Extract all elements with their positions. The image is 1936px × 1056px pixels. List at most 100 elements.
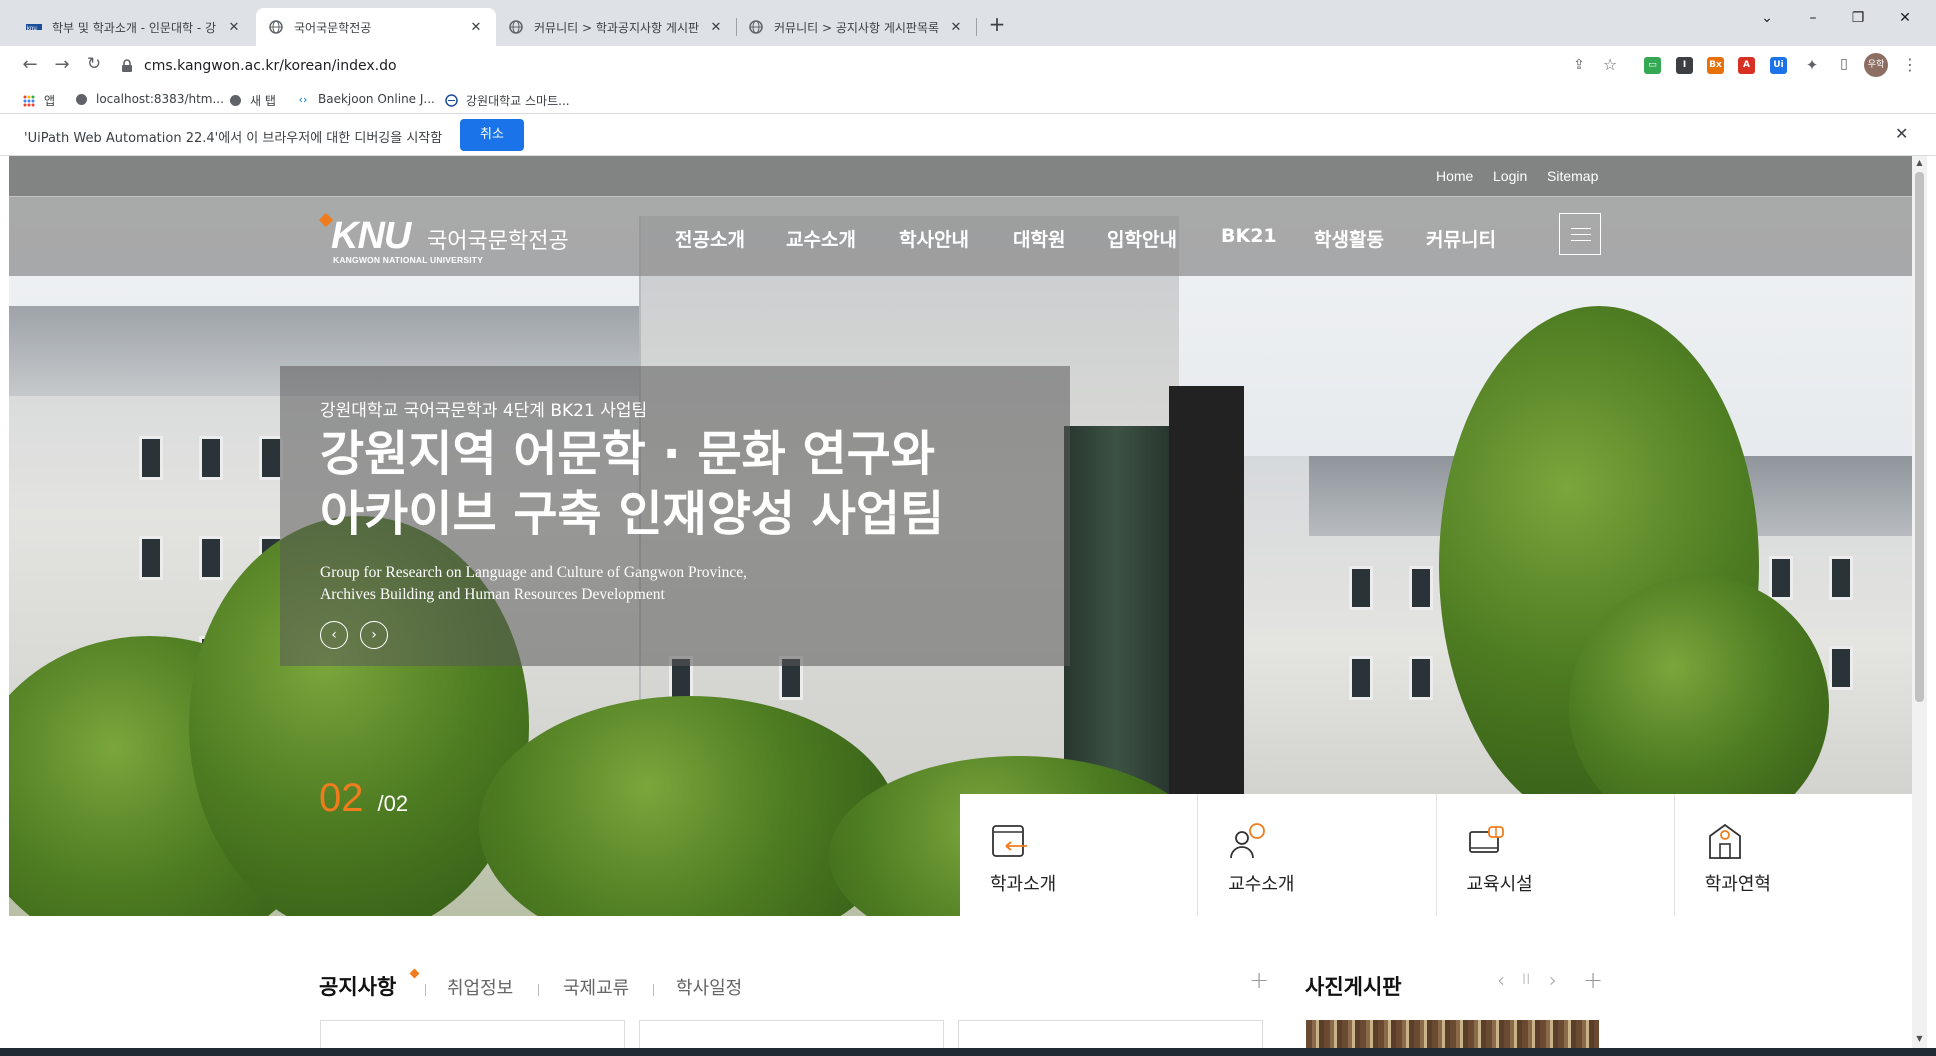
nav-menu-faculty[interactable]: 교수소개: [786, 225, 856, 252]
photo-prev-button[interactable]: ‹: [1497, 968, 1505, 992]
bookmark-apps[interactable]: 앱: [22, 92, 55, 109]
bookmark-label: 새 탭: [250, 94, 276, 108]
browser-tab[interactable]: 커뮤니티 > 공지사항 게시판목록 ✕: [736, 8, 976, 46]
tab-search-dropdown-icon[interactable]: ⌄: [1752, 10, 1782, 26]
browser-tab[interactable]: knu 학부 및 학과소개 - 인문대학 - 강 ✕: [14, 8, 254, 46]
extensions-puzzle-icon[interactable]: ✦: [1800, 56, 1824, 74]
tab-close-icon[interactable]: ✕: [226, 20, 242, 35]
bookmark-label: Baekjoon Online J...: [318, 92, 435, 106]
tab-title: 학부 및 학과소개 - 인문대학 - 강: [52, 20, 217, 35]
slide-counter-current: 02: [319, 776, 364, 820]
history-building-icon: [1708, 823, 1741, 859]
new-tab-button[interactable]: +: [985, 12, 1009, 36]
nav-menu-admission[interactable]: 입학안내: [1107, 225, 1177, 252]
quick-link-history[interactable]: 학과연혁: [1673, 794, 1912, 916]
photo-more-button[interactable]: +: [1583, 966, 1603, 994]
back-arrow-icon[interactable]: ←: [18, 54, 42, 75]
login-link[interactable]: Login: [1493, 168, 1527, 184]
share-icon[interactable]: ⇪: [1567, 57, 1591, 73]
uipath-extension-icon[interactable]: Ui: [1770, 57, 1787, 74]
sitemap-link[interactable]: Sitemap: [1547, 168, 1598, 184]
acrobat-icon[interactable]: A: [1738, 57, 1755, 74]
notice-card[interactable]: [320, 1020, 625, 1048]
forward-arrow-icon[interactable]: →: [50, 54, 74, 75]
tab-schedule[interactable]: 학사일정: [676, 974, 742, 1000]
facility-screen-icon: [1468, 826, 1504, 853]
tab-international[interactable]: 국제교류: [563, 974, 629, 1000]
slide-counter: 02/02: [319, 776, 408, 821]
infobar-close-icon[interactable]: ✕: [1895, 124, 1908, 143]
quick-link-facilities[interactable]: 교육시설: [1435, 794, 1674, 916]
photo-next-button[interactable]: ›: [1549, 968, 1557, 992]
bookmark-kangwon-smart[interactable]: 강원대학교 스마트...: [444, 92, 570, 109]
nav-menu-graduate[interactable]: 대학원: [1013, 225, 1065, 252]
tab-title: 커뮤니티 > 공지사항 게시판목록: [774, 20, 940, 35]
quick-link-professors[interactable]: 교수소개: [1197, 794, 1435, 916]
bookmark-label: 강원대학교 스마트...: [466, 94, 570, 108]
bookmark-star-icon[interactable]: ☆: [1598, 55, 1622, 74]
logo-university-name: KANGWON NATIONAL UNIVERSITY: [333, 255, 484, 265]
all-menu-hamburger-icon[interactable]: [1559, 213, 1601, 255]
bookmark-localhost[interactable]: localhost:8383/htm...: [74, 92, 224, 106]
slide-counter-total: /02: [377, 791, 409, 816]
hero-english-line1: Group for Research on Language and Cultu…: [320, 564, 747, 581]
slide-prev-button[interactable]: ‹: [320, 621, 348, 649]
hero-subtitle: 강원대학교 국어국문학과 4단계 BK21 사업팀: [320, 401, 648, 421]
nav-menu-bk21[interactable]: BK21: [1221, 225, 1277, 247]
nav-menu-student[interactable]: 학생활동: [1314, 225, 1384, 252]
home-link[interactable]: Home: [1436, 168, 1473, 184]
side-panel-icon[interactable]: ▯: [1832, 56, 1856, 72]
globe-icon: [74, 92, 88, 106]
logo-mark: KNU: [331, 215, 411, 257]
tab-close-icon[interactable]: ✕: [468, 20, 484, 35]
code-icon: ‹›: [298, 92, 308, 106]
extension-green-icon[interactable]: ▭: [1644, 57, 1661, 74]
tab-title: 국어국문학전공: [294, 20, 372, 35]
cancel-debugging-button[interactable]: 취소: [460, 119, 524, 151]
profile-avatar[interactable]: 우학: [1864, 53, 1888, 77]
svg-text:knu: knu: [27, 26, 37, 32]
browser-tab[interactable]: 커뮤니티 > 학과공지사항 게시판 ✕: [496, 8, 736, 46]
site-logo[interactable]: KNU 국어국문학전공 KANGWON NATIONAL UNIVERSITY: [318, 205, 599, 265]
bookmark-baekjoon[interactable]: ‹› Baekjoon Online J...: [296, 92, 435, 106]
department-book-icon: [992, 825, 1027, 857]
scroll-down-arrow-icon[interactable]: ▼: [1912, 1034, 1927, 1043]
os-taskbar: [0, 1048, 1936, 1056]
hero-english-line2: Archives Building and Human Resources De…: [320, 586, 665, 603]
minimize-button[interactable]: –: [1798, 10, 1828, 26]
nav-menu-major[interactable]: 전공소개: [675, 225, 745, 252]
tab-close-icon[interactable]: ✕: [708, 20, 724, 35]
quick-link-department[interactable]: 학과소개: [960, 794, 1197, 916]
nav-menu-academics[interactable]: 학사안내: [899, 225, 969, 252]
reload-icon[interactable]: ↻: [82, 54, 106, 74]
browser-tab-strip: knu 학부 및 학과소개 - 인문대학 - 강 ✕ 국어국문학전공 ✕ 커뮤니…: [0, 0, 1936, 46]
extension-dark-icon[interactable]: I: [1676, 57, 1693, 74]
tab-jobs[interactable]: 취업정보: [447, 974, 513, 1000]
circle-logo-icon: [444, 94, 458, 108]
tab-close-icon[interactable]: ✕: [948, 20, 964, 35]
browser-tab-active[interactable]: 국어국문학전공 ✕: [256, 8, 496, 46]
bookmark-new-tab[interactable]: 새 탭: [228, 92, 276, 109]
bookmark-label: localhost:8383/htm...: [96, 92, 224, 106]
scrollbar-thumb[interactable]: [1915, 172, 1924, 702]
window-close-button[interactable]: ✕: [1890, 10, 1920, 26]
nav-menu-community[interactable]: 커뮤니티: [1426, 225, 1496, 252]
scroll-up-arrow-icon[interactable]: ▲: [1912, 158, 1927, 167]
quick-link-label: 교수소개: [1228, 874, 1295, 895]
page-scrollbar[interactable]: ▲ ▼: [1912, 156, 1927, 1048]
tab-notice[interactable]: 공지사항: [319, 971, 396, 1001]
notice-card[interactable]: [639, 1020, 944, 1048]
notice-card[interactable]: [958, 1020, 1263, 1048]
extension-orange-icon[interactable]: Bx: [1707, 57, 1724, 74]
board-more-button[interactable]: +: [1249, 966, 1269, 994]
professor-person-icon: [1230, 823, 1266, 859]
photo-pause-button[interactable]: II: [1522, 972, 1530, 988]
lock-icon: [122, 59, 132, 72]
menu-kebab-icon[interactable]: ⋮: [1898, 55, 1922, 74]
address-bar[interactable]: cms.kangwon.ac.kr/korean/index.do: [120, 51, 1615, 81]
hero-headline-line1: 강원지역 어문학 · 문화 연구와: [320, 426, 935, 482]
slide-next-button[interactable]: ›: [360, 621, 388, 649]
photo-thumbnail[interactable]: [1306, 1020, 1599, 1048]
utility-bar: Home Login Sitemap: [9, 156, 1912, 196]
restore-button[interactable]: ❐: [1843, 10, 1873, 26]
